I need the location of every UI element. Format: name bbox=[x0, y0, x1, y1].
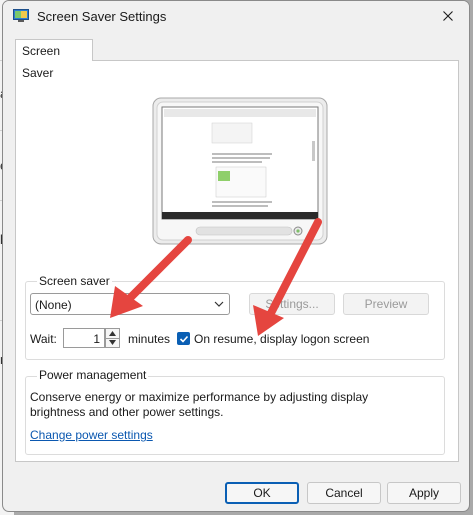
settings-button[interactable]: Settings... bbox=[249, 293, 335, 315]
checkmark-icon bbox=[179, 335, 188, 343]
screen-saver-settings-dialog: Screen Saver Settings Screen Saver Scree… bbox=[2, 0, 470, 512]
cancel-button[interactable]: Cancel bbox=[307, 482, 381, 504]
screen-saver-group-label: Screen saver bbox=[37, 274, 112, 288]
caret-up-icon bbox=[109, 331, 116, 336]
caret-down-icon bbox=[109, 340, 116, 345]
close-icon bbox=[443, 11, 453, 21]
resume-logon-label[interactable]: On resume, display logon screen bbox=[194, 332, 369, 346]
title-bar: Screen Saver Settings bbox=[3, 1, 469, 33]
power-management-group-label: Power management bbox=[37, 368, 149, 382]
selected-screen-saver: (None) bbox=[35, 298, 72, 312]
window-title: Screen Saver Settings bbox=[37, 9, 167, 24]
minutes-label: minutes bbox=[128, 332, 171, 346]
monitor-settings-icon bbox=[13, 9, 29, 22]
wait-value: 1 bbox=[93, 332, 100, 346]
screen-saver-select[interactable]: (None) bbox=[30, 293, 230, 315]
apply-button[interactable]: Apply bbox=[387, 482, 461, 504]
stepper-down-button[interactable] bbox=[106, 338, 119, 347]
monitor-preview bbox=[152, 97, 328, 245]
resume-logon-checkbox[interactable] bbox=[177, 332, 190, 345]
wait-stepper[interactable] bbox=[105, 328, 120, 348]
power-description: Conserve energy or maximize performance … bbox=[30, 390, 369, 419]
tab-screen-saver[interactable]: Screen Saver bbox=[15, 39, 93, 80]
wait-minutes-input[interactable]: 1 bbox=[63, 328, 105, 348]
change-power-settings-link[interactable]: Change power settings bbox=[30, 428, 153, 442]
close-button[interactable] bbox=[437, 5, 459, 27]
chevron-down-icon bbox=[214, 301, 224, 307]
preview-button[interactable]: Preview bbox=[343, 293, 429, 315]
wait-label: Wait: bbox=[30, 332, 57, 346]
ok-button[interactable]: OK bbox=[225, 482, 299, 504]
